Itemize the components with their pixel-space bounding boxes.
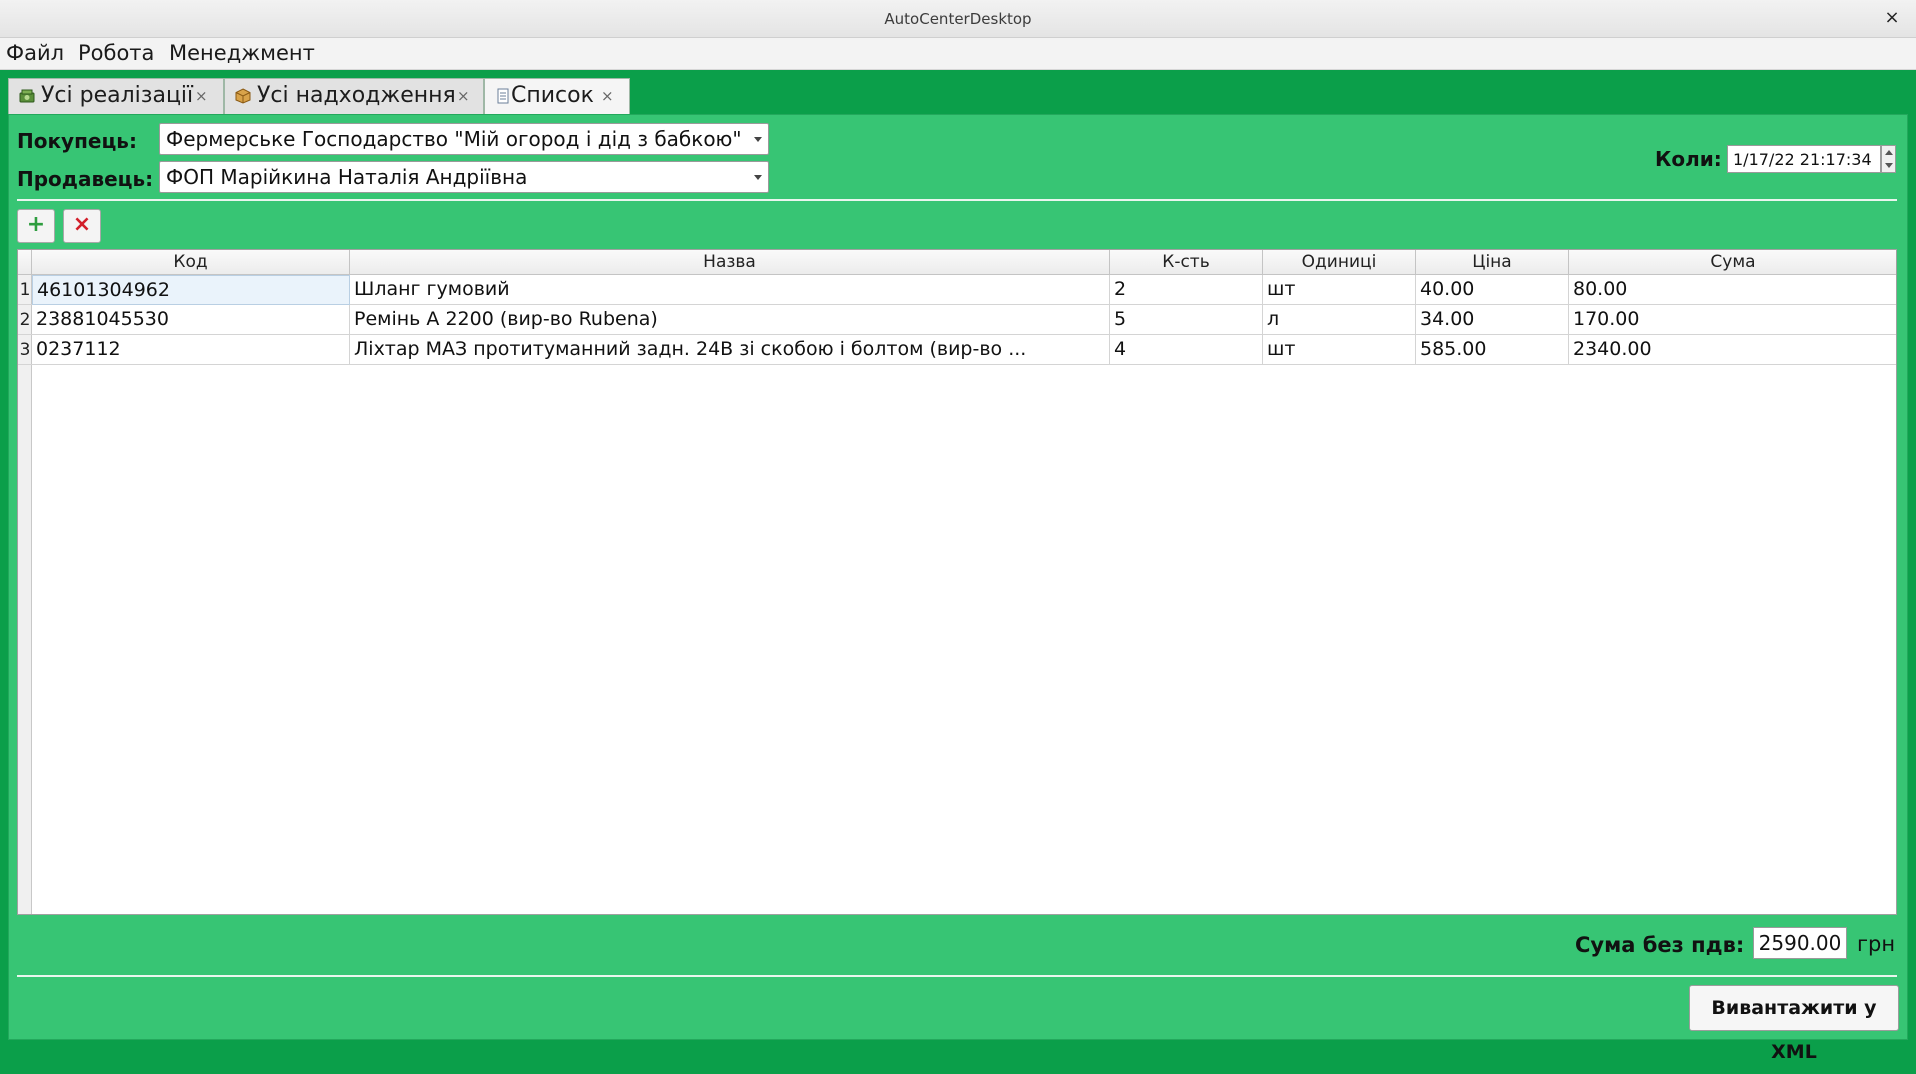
cell-sum[interactable]: 2340.00 <box>1569 335 1896 365</box>
menu-bar: Файл Робота Менеджмент <box>0 38 1916 70</box>
tab-label: Усі надходження <box>257 83 456 108</box>
spin-down-icon[interactable] <box>1885 163 1893 168</box>
window-title: AutoCenterDesktop <box>884 10 1032 28</box>
menu-work[interactable]: Робота <box>78 41 154 65</box>
column-header-qty[interactable]: К-сть <box>1110 250 1263 275</box>
total-label: Сума без пдв: <box>1575 933 1745 957</box>
app-window: AutoCenterDesktop × Файл Робота Менеджме… <box>0 0 1916 1063</box>
column-header-price[interactable]: Ціна <box>1416 250 1569 275</box>
cell-code[interactable]: 23881045530 <box>32 305 350 335</box>
column-header-unit[interactable]: Одиниці <box>1263 250 1416 275</box>
close-icon[interactable]: × <box>457 87 470 105</box>
tab-all-sales[interactable]: Усі реалізації × <box>8 78 224 114</box>
cell-name[interactable]: Ліхтар МАЗ протитуманний задн. 24В зі ск… <box>350 335 1110 365</box>
delete-row-button[interactable]: × <box>63 209 101 243</box>
cell-sum[interactable]: 80.00 <box>1569 275 1896 305</box>
column-header-sum[interactable]: Сума <box>1569 250 1896 275</box>
cell-sum[interactable]: 170.00 <box>1569 305 1896 335</box>
export-xml-button[interactable]: Вивантажити у XML <box>1689 985 1899 1063</box>
buyer-value: Фермерське Господарство "Мій огород і ді… <box>166 127 742 151</box>
close-icon[interactable]: × <box>195 87 208 105</box>
cell-price[interactable]: 40.00 <box>1416 275 1569 305</box>
row-number: 2 <box>18 305 32 335</box>
menu-management[interactable]: Менеджмент <box>169 41 315 65</box>
box-icon <box>235 88 251 104</box>
buyer-select[interactable]: Фермерське Господарство "Мій огород і ді… <box>159 123 769 155</box>
cell-unit[interactable]: шт <box>1263 275 1416 305</box>
cell-unit[interactable]: шт <box>1263 335 1416 365</box>
total-field[interactable]: 2590.00 <box>1753 927 1847 959</box>
cash-icon <box>19 89 35 103</box>
cell-price[interactable]: 585.00 <box>1416 335 1569 365</box>
table-corner <box>18 250 32 275</box>
chevron-down-icon <box>754 137 762 142</box>
row-number: 3 <box>18 335 32 365</box>
divider <box>17 199 1897 201</box>
tab-label: Усі реалізації <box>41 83 194 108</box>
column-header-name[interactable]: Назва <box>350 250 1110 275</box>
currency-label: грн <box>1857 932 1896 956</box>
cell-qty[interactable]: 4 <box>1110 335 1263 365</box>
date-time-field[interactable]: 1/17/22 21:17:34 <box>1727 145 1881 173</box>
spin-up-icon[interactable] <box>1885 150 1893 155</box>
items-table: Код Назва К-сть Одиниці Ціна Сума 1 4610… <box>17 249 1897 915</box>
row-number: 1 <box>18 275 32 305</box>
seller-label: Продавець: <box>17 167 154 191</box>
cell-qty[interactable]: 5 <box>1110 305 1263 335</box>
divider <box>17 975 1897 977</box>
date-label: Коли: <box>1655 147 1722 171</box>
seller-value: ФОП Марійкина Наталія Андріївна <box>166 165 528 189</box>
seller-select[interactable]: ФОП Марійкина Наталія Андріївна <box>159 161 769 193</box>
column-header-code[interactable]: Код <box>32 250 350 275</box>
cell-code[interactable]: 0237112 <box>32 335 350 365</box>
close-icon[interactable]: × <box>1880 6 1904 30</box>
tab-list[interactable]: Список × <box>484 78 630 115</box>
cell-name[interactable]: Шланг гумовий <box>350 275 1110 305</box>
cell-qty[interactable]: 2 <box>1110 275 1263 305</box>
chevron-down-icon <box>754 175 762 180</box>
date-spinner[interactable] <box>1881 145 1896 173</box>
cell-unit[interactable]: л <box>1263 305 1416 335</box>
tab-label: Список <box>511 83 594 108</box>
tab-all-receipts[interactable]: Усі надходження × <box>224 78 484 114</box>
buyer-label: Покупець: <box>17 129 137 153</box>
invoice-panel: Покупець: Фермерське Господарство "Мій о… <box>8 114 1908 1063</box>
add-row-button[interactable]: + <box>17 209 55 243</box>
document-icon <box>497 88 509 104</box>
cell-code[interactable]: 46101304962 <box>32 275 350 305</box>
cell-name[interactable]: Ремінь A 2200 (вир-во Rubena) <box>350 305 1110 335</box>
title-bar: AutoCenterDesktop × <box>0 0 1916 38</box>
cell-price[interactable]: 34.00 <box>1416 305 1569 335</box>
menu-file[interactable]: Файл <box>6 41 64 65</box>
close-icon[interactable]: × <box>601 87 614 105</box>
